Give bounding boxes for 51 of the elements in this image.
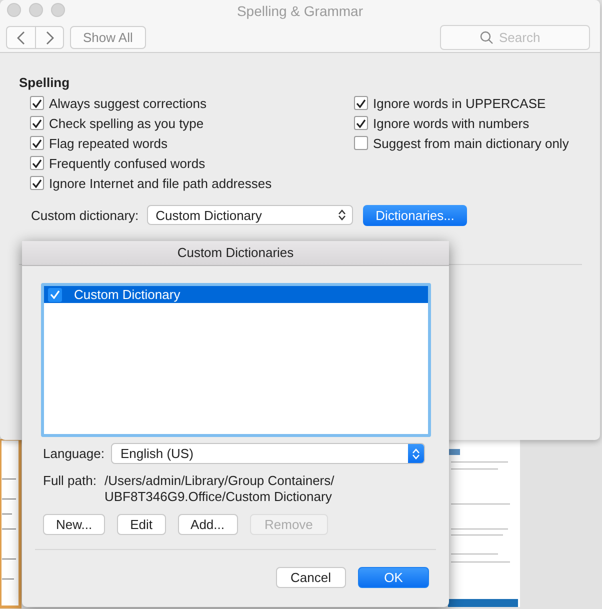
checkmark-icon (32, 98, 42, 108)
dictionary-list[interactable]: Custom Dictionary (41, 283, 431, 437)
checkbox[interactable] (354, 96, 368, 110)
checkbox[interactable] (30, 116, 44, 130)
chevron-left-icon (17, 30, 25, 44)
checkmark-icon (32, 118, 42, 128)
checkbox[interactable] (354, 136, 368, 150)
field-label: Full path: (43, 473, 96, 490)
checkbox[interactable] (30, 156, 44, 170)
updown-arrows-icon (412, 448, 420, 460)
checkbox-label: Ignore words in UPPERCASE (373, 96, 546, 110)
checkbox-label: Ignore words with numbers (373, 116, 530, 130)
list-row[interactable]: Custom Dictionary (44, 286, 428, 303)
dictionary-dropdown[interactable]: Custom Dictionary (146, 205, 353, 225)
search-field[interactable]: Search (440, 25, 590, 50)
checkmark-icon (32, 158, 42, 168)
checkmark-icon (356, 98, 366, 108)
search-icon (480, 31, 493, 44)
path-text: /Users/admin/Library/Group Containers/ (104, 473, 334, 489)
dialog-button[interactable]: Cancel (276, 567, 346, 588)
language-dropdown[interactable]: English (US) (111, 443, 426, 464)
field-label: Custom dictionary: (31, 208, 139, 222)
dialog-title: Custom Dictionaries (22, 241, 449, 266)
checkbox-label: Ignore Internet and file path addresses (49, 176, 272, 190)
checkmark-icon (356, 118, 366, 128)
dictionaries-button[interactable]: Dictionaries... (362, 204, 468, 226)
checkbox-label: Flag repeated words (49, 136, 168, 150)
checkbox[interactable] (30, 136, 44, 150)
updown-arrows-icon (338, 209, 346, 221)
checkbox[interactable] (48, 288, 62, 302)
back-button[interactable] (6, 26, 35, 49)
dialog-button[interactable]: OK (358, 567, 429, 588)
chevron-right-icon (46, 30, 54, 44)
forward-button[interactable] (35, 26, 64, 49)
checkbox[interactable] (30, 96, 44, 110)
section-heading: Spelling (19, 75, 71, 90)
checkbox-label: Check spelling as you type (49, 116, 204, 130)
action-button[interactable]: Edit (117, 514, 166, 535)
checkmark-icon (32, 138, 42, 148)
checkbox-label: Always suggest corrections (49, 96, 207, 110)
window-title: Spelling & Grammar (236, 2, 364, 19)
action-button[interactable]: New... (43, 514, 106, 535)
checkbox[interactable] (354, 116, 368, 130)
checkmark-icon (32, 178, 42, 188)
checkbox[interactable] (30, 176, 44, 190)
checkbox-label: Frequently confused words (49, 156, 206, 170)
checkbox-label: Suggest from main dictionary only (373, 136, 569, 150)
action-button[interactable]: Add... (178, 514, 238, 535)
field-label: Language: (43, 446, 104, 461)
checkmark-icon (50, 290, 60, 299)
path-text: UBF8T346G9.Office/Custom Dictionary (104, 489, 333, 505)
